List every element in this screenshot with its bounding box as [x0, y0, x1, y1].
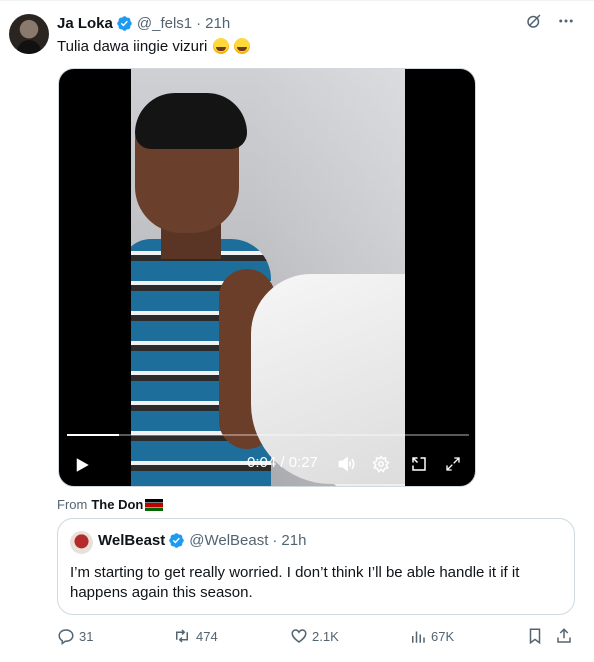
source-attribution: From The Don — [57, 497, 164, 512]
view-count: 67K — [431, 628, 455, 644]
heart-icon — [291, 629, 307, 643]
tweet-actions: 31 474 2.1K 67K — [57, 627, 577, 647]
repost-button[interactable]: 474 — [172, 627, 218, 645]
verified-badge-icon — [169, 533, 185, 548]
settings-gear-icon[interactable] — [371, 454, 391, 474]
video-progress-fill — [67, 434, 120, 436]
quoted-tweet-header: WelBeast @WelBeast · 21h — [98, 532, 306, 549]
quoted-tweet-text: I’m starting to get really worried. I do… — [70, 564, 520, 601]
quoted-tweet-time: 21h — [281, 532, 307, 549]
bookmark-icon — [529, 628, 541, 645]
volume-icon[interactable] — [337, 454, 357, 474]
video-progress-bar[interactable] — [67, 434, 469, 436]
bookmark-button[interactable] — [526, 627, 544, 645]
kenya-flag-icon — [145, 498, 164, 511]
video-frame — [131, 69, 405, 486]
tweet-time[interactable]: 21h — [205, 15, 230, 32]
play-icon[interactable] — [73, 456, 91, 479]
tweet-text: Tulia dawa iingie vizuri — [57, 38, 208, 55]
analytics-bar-icon — [412, 631, 425, 643]
rolling-laughing-emoji-icon — [212, 38, 229, 54]
repost-count: 474 — [196, 628, 218, 644]
share-icon — [557, 628, 571, 643]
quoted-author-handle: @WelBeast — [189, 532, 269, 549]
quoted-author-name: WelBeast — [98, 532, 166, 549]
separator-dot: · — [196, 14, 202, 32]
rolling-laughing-emoji-icon — [233, 38, 250, 54]
reply-icon — [58, 629, 74, 645]
video-controls: 0:04 / 0:27 — [59, 449, 475, 481]
tweet-top-actions — [524, 11, 576, 31]
views-button[interactable]: 67K — [409, 627, 454, 645]
more-options-icon[interactable] — [556, 11, 576, 31]
reply-button[interactable]: 31 — [57, 627, 93, 645]
video-player[interactable]: 0:04 / 0:27 — [58, 68, 476, 487]
fullscreen-icon[interactable] — [443, 454, 463, 474]
grok-icon[interactable] — [524, 11, 544, 31]
separator-dot: · — [272, 532, 278, 549]
share-button[interactable] — [555, 627, 573, 645]
author-handle[interactable]: @_fels1 — [137, 15, 192, 32]
tweet-header: Ja Loka @_fels1 · 21h — [57, 13, 230, 33]
source-name[interactable]: The Don — [91, 497, 143, 512]
author-name[interactable]: Ja Loka — [57, 15, 113, 32]
like-count: 2.1K — [312, 628, 339, 644]
reply-count: 31 — [79, 628, 94, 644]
quoted-author-avatar — [70, 531, 93, 554]
quoted-tweet[interactable]: WelBeast @WelBeast · 21h I’m starting to… — [57, 518, 575, 615]
source-prefix: From — [57, 497, 88, 512]
tweet-text-container: Tulia dawa iingie vizuri — [57, 37, 250, 57]
author-avatar[interactable] — [9, 14, 49, 54]
like-button[interactable]: 2.1K — [290, 627, 339, 645]
verified-badge-icon — [117, 15, 132, 31]
picture-in-picture-icon[interactable] — [409, 454, 429, 474]
repost-icon — [176, 629, 188, 643]
video-timecode: 0:04 / 0:27 — [247, 454, 318, 471]
tweet[interactable]: Ja Loka @_fels1 · 21h Tulia dawa iingie … — [0, 0, 594, 662]
